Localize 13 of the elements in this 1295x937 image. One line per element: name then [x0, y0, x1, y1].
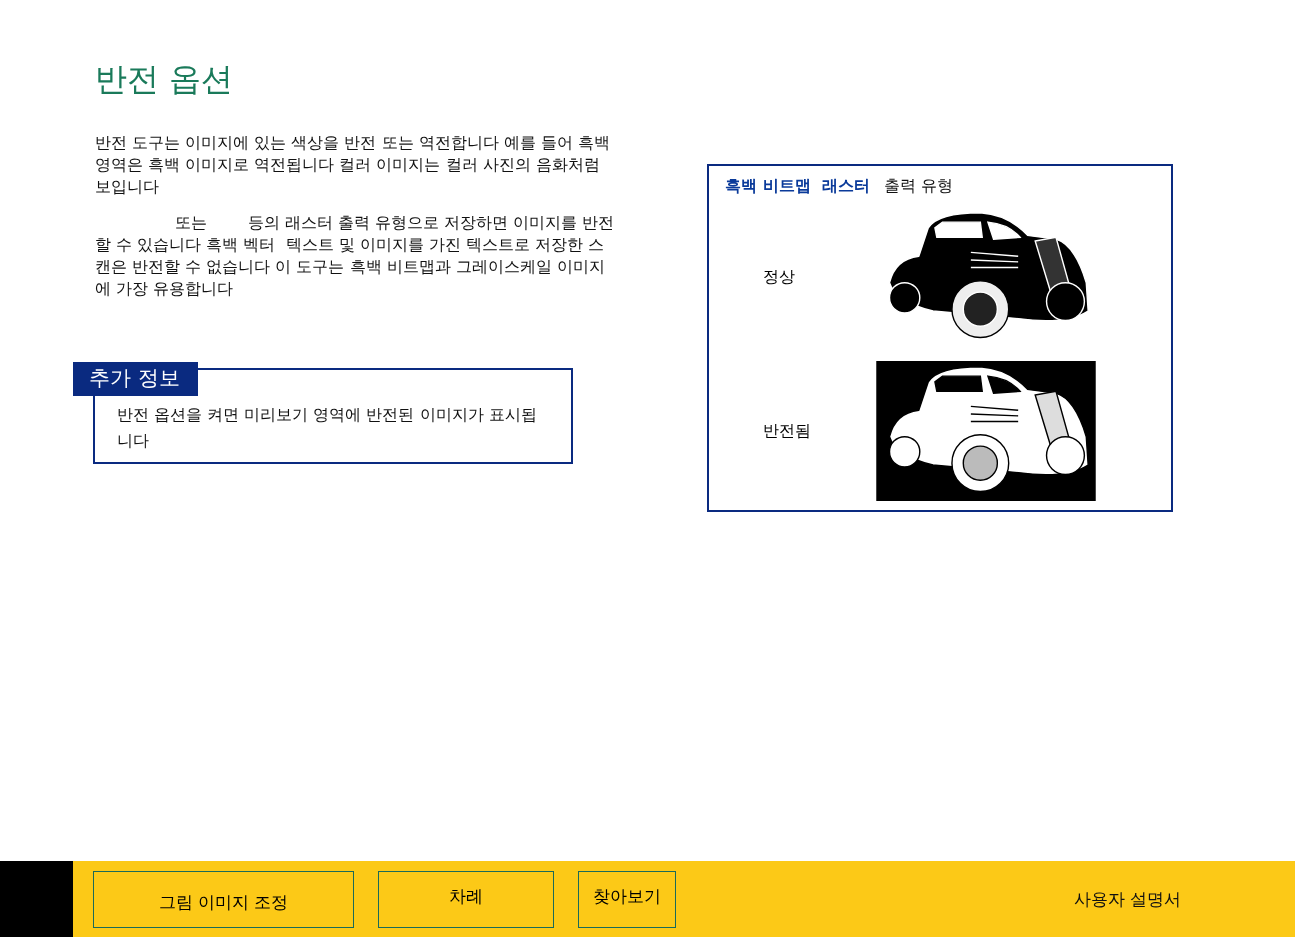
example-label: 반전됨	[762, 420, 812, 442]
manual-title: 사용자 설명서	[1073, 887, 1181, 911]
nav-button[interactable]: 찾아보기	[578, 870, 676, 928]
figure-caption: 출력 유형	[883, 176, 953, 197]
figure-caption: 흑백 비트맵 래스터	[725, 176, 870, 197]
example-label: 정상	[762, 266, 796, 288]
nav-button[interactable]: 차례	[378, 870, 554, 928]
body-paragraph: 또는 등의 래스터 출력 유형으로 저장하면 이미지를 반전할 수 있습니다 흑백 벡터 텍스트 및 이미지를 가진 텍스트로 저장한 스캔은 반전할 수 없습니다 이 도구는 흑백 비트맵과 그레이스케일 이미지에 가장 유용합니다	[95, 212, 615, 300]
info-text: 반전 옵션을 켜면 미리보기 영역에 반전된 이미지가 표시됩니다	[117, 405, 537, 450]
info-heading: 추가 정보	[73, 362, 198, 396]
nav-button[interactable]: 그림 이미지 조정	[93, 870, 354, 928]
body-paragraph: 반전 도구는 이미지에 있는 색상을 반전 또는 역전합니다 예를 들어 흑백 영역은 흑백 이미지로 역전됩니다 컬러 이미지는 컬러 사진의 음화처럼 보입니다	[95, 132, 611, 198]
page-title: 반전 옵션	[95, 59, 235, 100]
